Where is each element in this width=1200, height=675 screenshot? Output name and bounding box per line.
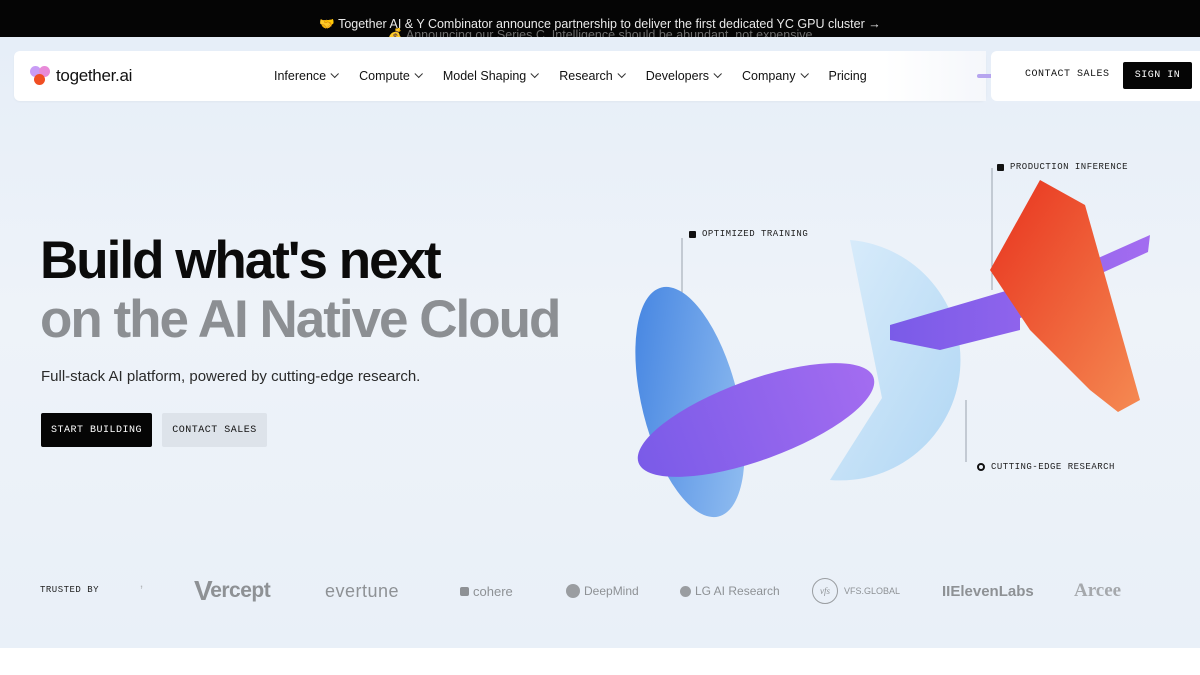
- nav-item-research[interactable]: Research: [559, 69, 626, 83]
- logo-arcee: Arcee: [1074, 580, 1122, 601]
- nav-item-pricing[interactable]: Pricing: [829, 69, 867, 83]
- logo-cohere: cohere: [460, 577, 513, 605]
- nav-actions: CONTACT SALES SIGN IN: [991, 51, 1200, 101]
- logo-vercept: Vercept: [194, 575, 271, 606]
- hero-contact-sales-button[interactable]: CONTACT SALES: [162, 413, 267, 447]
- nav-menu: Inference Compute Model Shaping Research…: [274, 51, 889, 101]
- chevron-down-icon: [414, 69, 423, 79]
- chevron-down-icon: [330, 69, 340, 79]
- nav-item-company[interactable]: Company: [742, 69, 809, 83]
- chevron-down-icon: [617, 69, 626, 79]
- nav-item-model-shaping[interactable]: Model Shaping: [443, 69, 540, 83]
- deepmind-mark-icon: [566, 584, 580, 598]
- cohere-mark-icon: [460, 586, 469, 596]
- nav-item-developers[interactable]: Developers: [646, 69, 722, 83]
- trusted-by-label: TRUSTED BY: [40, 585, 100, 595]
- nav-item-inference[interactable]: Inference: [274, 69, 340, 83]
- square-bullet-icon: [689, 230, 696, 238]
- logo-elevenlabs: IIElevenLabs: [942, 582, 1034, 600]
- brand-mark-icon: [30, 65, 52, 87]
- nav-fade: [884, 51, 986, 101]
- hero-headline-primary: Build what's next: [40, 231, 442, 290]
- nav-contact-sales-button[interactable]: CONTACT SALES: [1025, 69, 1110, 80]
- chevron-down-icon: [799, 69, 809, 79]
- callout-research: CUTTING-EDGE RESEARCH: [977, 462, 1115, 472]
- nav-item-compute[interactable]: Compute: [359, 69, 423, 83]
- logo-deepmind: DeepMind: [566, 577, 639, 605]
- callout-inference: PRODUCTION INFERENCE: [997, 162, 1128, 172]
- vfs-mark-icon: vfs: [812, 578, 838, 604]
- hero-subheadline: Full-stack AI platform, powered by cutti…: [41, 368, 421, 385]
- brand-logo[interactable]: together.ai: [30, 64, 132, 88]
- announcement-secondary: 💰 Announcing our Series C. Intelligence …: [387, 28, 813, 37]
- hero-headline-secondary: on the AI Native Cloud: [40, 290, 561, 349]
- sign-in-button[interactable]: SIGN IN: [1123, 62, 1192, 89]
- callout-training: OPTIMIZED TRAINING: [689, 229, 808, 239]
- hero-illustration: [635, 168, 1150, 518]
- chevron-down-icon: [713, 69, 722, 79]
- logo-lg-ai-research: LG AI Research: [680, 577, 780, 605]
- partial-logo: ʼ: [140, 583, 144, 599]
- logo-evertune: evertune: [325, 580, 400, 601]
- brand-name: together.ai: [56, 66, 133, 85]
- start-building-button[interactable]: START BUILDING: [41, 413, 152, 447]
- red-fin-shape: [990, 180, 1140, 412]
- chevron-down-icon: [530, 69, 540, 79]
- square-bullet-icon: [997, 163, 1004, 171]
- announcement-bar[interactable]: 🤝 Together AI & Y Combinator announce pa…: [0, 0, 1200, 37]
- glass-disc-shape: [830, 240, 961, 481]
- lg-mark-icon: [680, 585, 691, 597]
- main-navbar: together.ai Inference Compute Model Shap…: [14, 51, 986, 101]
- circle-bullet-icon: [977, 463, 985, 471]
- logo-vfs-global: vfs VFS.GLOBAL: [812, 577, 900, 605]
